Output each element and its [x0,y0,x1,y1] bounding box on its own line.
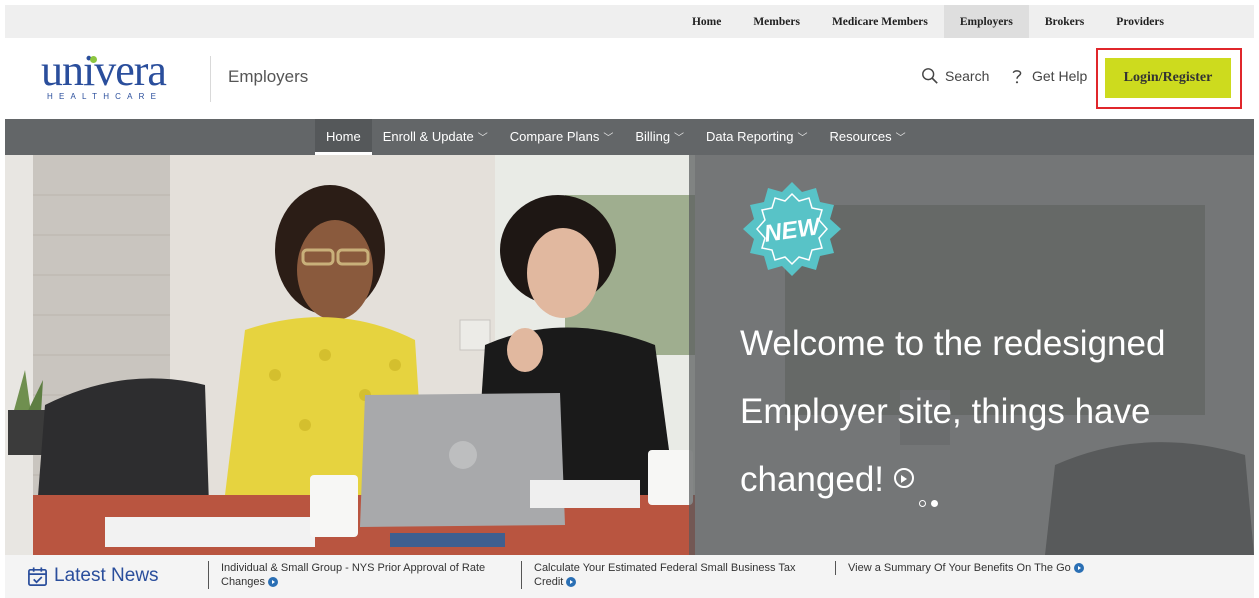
hero-headline-link[interactable]: Welcome to the redesigned Employer site,… [740,310,1210,514]
nav-item-compare-plans[interactable]: Compare Plans ﹀ [499,119,625,155]
search-link[interactable]: Search [921,67,989,85]
search-icon [922,68,938,84]
audience-link-home[interactable]: Home [676,5,737,38]
get-help-link[interactable]: Get Help [1008,67,1087,85]
news-item-line2: Credit [534,576,564,588]
nav-item-billing[interactable]: Billing ﹀ [624,119,695,155]
nav-item-home[interactable]: Home [315,119,372,155]
carousel-dot-2[interactable] [931,500,938,507]
news-item-line1: Calculate Your Estimated Federal Small B… [534,562,796,574]
nav-item-label: Home [326,129,361,144]
audience-link-medicare-members[interactable]: Medicare Members [816,5,944,38]
main-nav-items: Home Enroll & Update ﹀ Compare Plans ﹀ Bil… [315,119,917,155]
nav-item-data-reporting[interactable]: Data Reporting ﹀ [695,119,818,155]
hero-headline-line1: Welcome to the redesigned [740,324,1166,363]
audience-link-brokers[interactable]: Brokers [1029,5,1100,38]
nav-item-label: Enroll & Update [382,129,474,144]
chevron-down-icon: ﹀ [477,133,488,144]
circle-arrow-right-icon [566,577,577,588]
audience-link-employers[interactable]: Employers [943,5,1029,45]
audience-link-members[interactable]: Members [737,5,816,38]
latest-news-bar: Latest News Individual & Small Group - N… [5,555,1254,598]
nav-item-label: Compare Plans [509,129,600,144]
get-help-label: Get Help [1032,68,1088,84]
site-header: univera HEALTHCARE Employers Search Get … [5,38,1254,119]
audience-bar: Home Members Medicare Members Employers … [5,5,1254,45]
nav-item-label: Resources [829,129,892,144]
nav-item-resources[interactable]: Resources ﹀ [819,119,917,155]
hero-headline-line3: changed! [740,460,885,499]
chevron-down-icon: ﹀ [674,133,685,144]
logo-wordmark: univera [41,46,167,95]
circle-arrow-right-icon [1073,563,1084,574]
hero-headline-line2: Employer site, things have [740,392,1151,431]
search-label: Search [945,68,990,84]
circle-arrow-right-icon [894,467,915,488]
audience-link-providers[interactable]: Providers [1100,5,1180,38]
news-item-rate-changes[interactable]: Individual & Small Group - NYS Prior App… [208,561,508,589]
news-item-line1: View a Summary Of Your Benefits On The G… [848,562,1071,574]
hero-carousel: NEW Welcome to the redesigned Employer s… [5,155,1254,555]
login-register-button[interactable]: Login/Register [1105,58,1231,98]
question-mark-icon [1012,70,1022,84]
circle-arrow-right-icon [268,577,279,588]
carousel-dot-1[interactable] [919,500,926,507]
carousel-dots [919,500,938,507]
chevron-down-icon: ﹀ [603,133,614,144]
news-item-benefits-summary[interactable]: View a Summary Of Your Benefits On The G… [835,561,1135,575]
logo-subtitle: HEALTHCARE [47,92,163,101]
main-nav: Home Enroll & Update ﹀ Compare Plans ﹀ Bil… [5,119,1254,155]
logo-dot-icon [90,56,97,63]
news-item-line1: Individual & Small Group - NYS Prior App… [221,562,486,574]
latest-news-title: Latest News [54,565,159,586]
header-divider [210,56,211,102]
section-title: Employers [228,67,309,86]
nav-item-label: Data Reporting [706,129,794,144]
chevron-down-icon: ﹀ [895,133,906,144]
latest-news-heading: Latest News [27,565,159,587]
univera-logo[interactable]: univera HEALTHCARE [41,46,181,102]
chevron-down-icon: ﹀ [797,133,808,144]
audience-links: Home Members Medicare Members Employers … [676,5,1180,45]
news-item-line2: Changes [221,576,266,588]
nav-item-enroll-update[interactable]: Enroll & Update ﹀ [372,119,499,155]
news-item-tax-credit[interactable]: Calculate Your Estimated Federal Small B… [521,561,821,589]
nav-item-label: Billing [635,129,671,144]
calendar-check-icon [28,566,47,586]
new-badge-icon: NEW [743,182,841,276]
